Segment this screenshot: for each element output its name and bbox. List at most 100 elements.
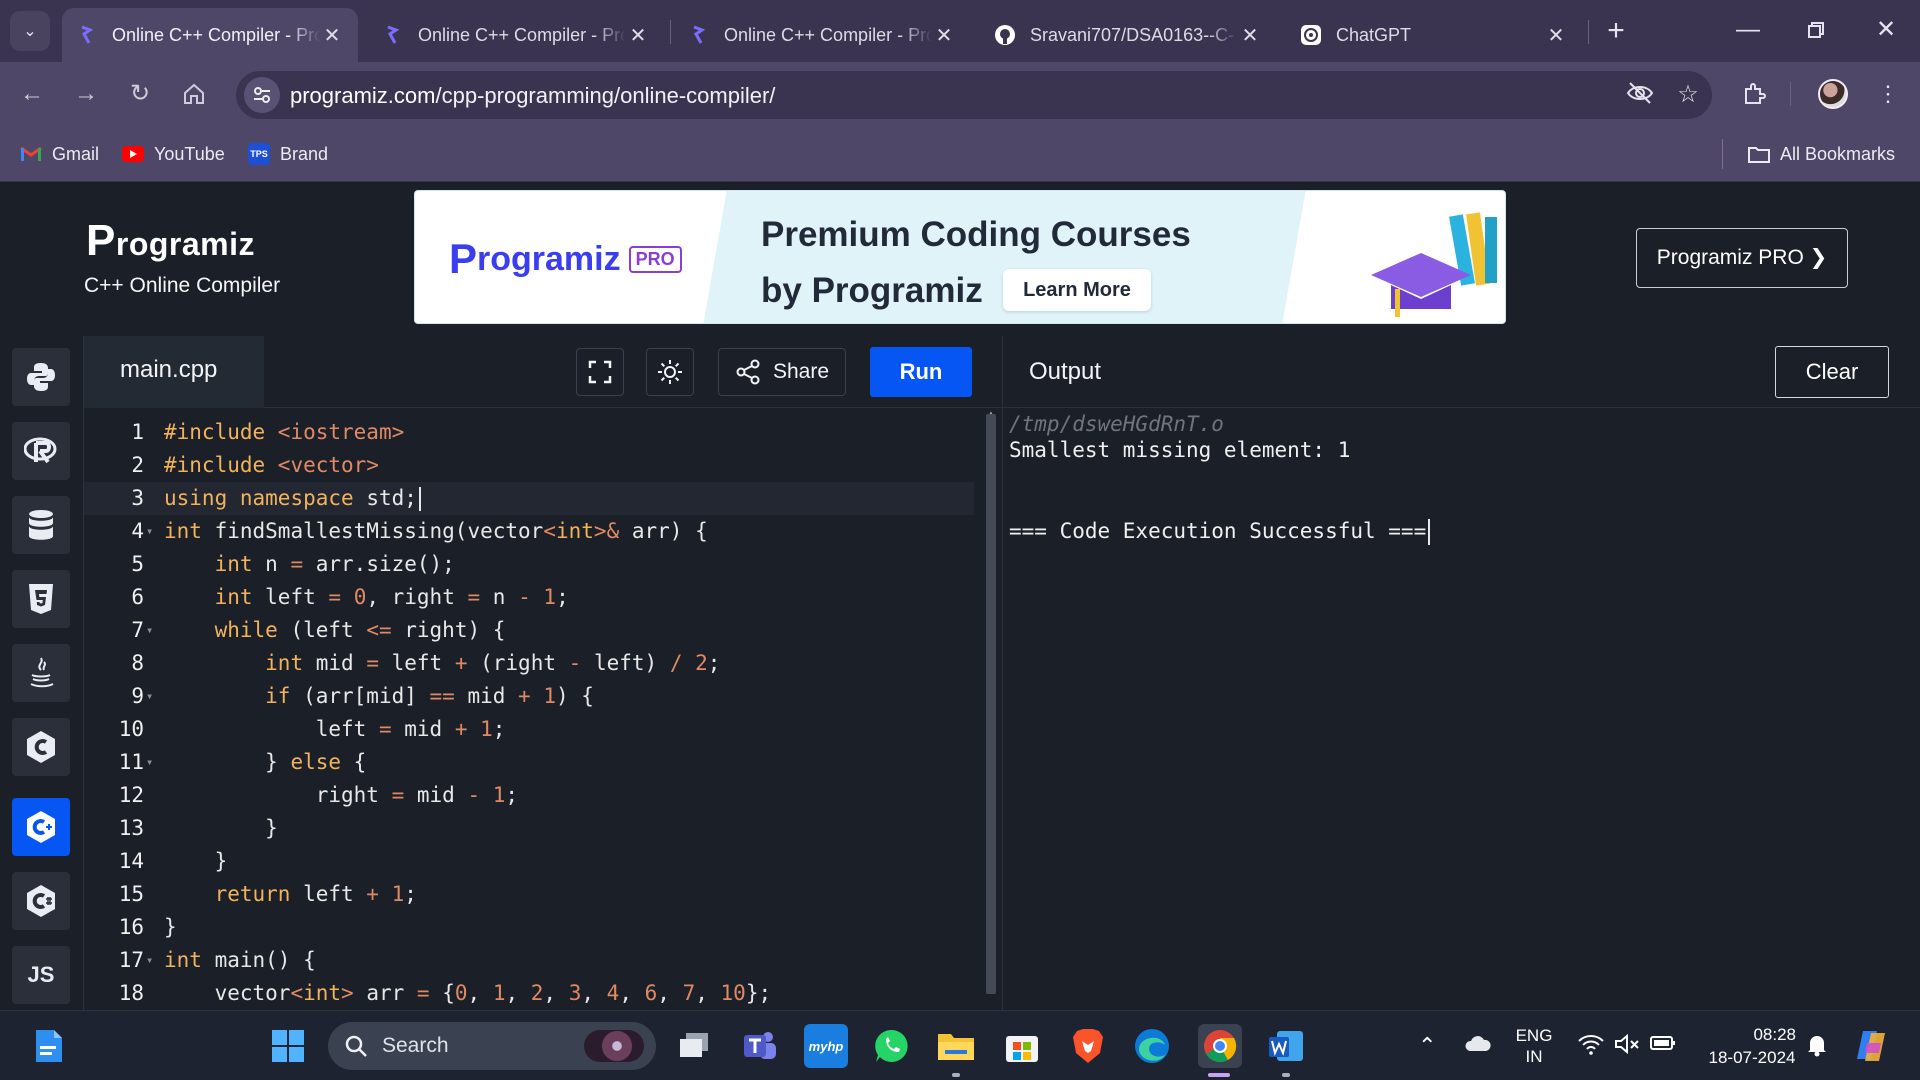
file-tab-main[interactable]: main.cpp bbox=[84, 336, 264, 408]
home-button[interactable] bbox=[176, 76, 212, 112]
word-button[interactable] bbox=[1264, 1024, 1308, 1068]
fullscreen-button[interactable] bbox=[576, 348, 624, 396]
close-tab-icon[interactable]: ✕ bbox=[1544, 23, 1568, 48]
all-bookmarks-button[interactable]: All Bookmarks bbox=[1748, 140, 1895, 168]
learn-more-button[interactable]: Learn More bbox=[1003, 269, 1151, 311]
taskbar-search[interactable]: Search bbox=[328, 1022, 656, 1070]
chrome-button[interactable] bbox=[1198, 1024, 1242, 1068]
browser-tab[interactable]: ChatGPT ✕ bbox=[1286, 8, 1582, 62]
lang-r-button[interactable] bbox=[12, 422, 70, 480]
code-line[interactable]: 9 ▾ if (arr[mid] == mid + 1) { bbox=[84, 680, 974, 713]
onedrive-button[interactable] bbox=[1464, 1033, 1492, 1059]
file-explorer-button[interactable] bbox=[934, 1024, 978, 1068]
code-line[interactable]: 10 left = mid + 1; bbox=[84, 713, 974, 746]
lang-html-button[interactable] bbox=[12, 570, 70, 628]
bookmark-brand[interactable]: TPS Brand bbox=[248, 140, 328, 168]
code-text: #include <iostream> bbox=[164, 420, 405, 444]
restore-button[interactable] bbox=[1788, 10, 1844, 50]
code-line[interactable]: 1 #include <iostream> bbox=[84, 416, 974, 449]
notifications-button[interactable] bbox=[1806, 1033, 1828, 1063]
fold-arrow-icon[interactable]: ▾ bbox=[146, 680, 160, 713]
profile-avatar[interactable] bbox=[1818, 79, 1848, 109]
browser-tab[interactable]: Online C++ Compiler - Programiz ✕ bbox=[368, 8, 664, 62]
theme-toggle-button[interactable] bbox=[646, 348, 694, 396]
extensions-button[interactable] bbox=[1738, 78, 1770, 110]
close-tab-icon[interactable]: ✕ bbox=[1238, 23, 1262, 48]
widgets-button[interactable] bbox=[26, 1024, 70, 1068]
myhp-button[interactable]: myhp bbox=[804, 1024, 848, 1068]
fold-arrow-icon[interactable]: ▾ bbox=[146, 614, 160, 647]
edge-button[interactable] bbox=[1130, 1024, 1174, 1068]
code-line[interactable]: 12 right = mid - 1; bbox=[84, 779, 974, 812]
close-tab-icon[interactable]: ✕ bbox=[626, 23, 650, 48]
copilot-button[interactable] bbox=[1850, 1024, 1894, 1068]
close-tab-icon[interactable]: ✕ bbox=[320, 23, 344, 48]
input-language-indicator[interactable]: ENG IN bbox=[1512, 1025, 1556, 1067]
back-button[interactable]: ← bbox=[14, 76, 50, 112]
lang-cpp-button[interactable] bbox=[12, 798, 70, 856]
lang-javascript-button[interactable]: JS bbox=[12, 946, 70, 1004]
tracking-protection-button[interactable] bbox=[1626, 81, 1654, 109]
promo-banner[interactable]: Programiz PRO Premium Coding Courses by P… bbox=[414, 190, 1506, 324]
code-line[interactable]: 16} bbox=[84, 911, 974, 944]
code-text: } bbox=[164, 849, 228, 873]
lang-python-button[interactable] bbox=[12, 348, 70, 406]
clear-button[interactable]: Clear bbox=[1775, 346, 1889, 398]
text-cursor bbox=[1428, 519, 1431, 545]
output-console[interactable]: /tmp/dsweHGdRnT.o Smallest missing eleme… bbox=[1002, 408, 1920, 1010]
code-line[interactable]: 17 ▾ int main() { bbox=[84, 944, 974, 977]
lang-sql-button[interactable] bbox=[12, 496, 70, 554]
tab-search-button[interactable]: ⌄ bbox=[10, 11, 50, 51]
volume-button[interactable] bbox=[1614, 1033, 1640, 1061]
show-hidden-icons-button[interactable]: ⌃ bbox=[1418, 1033, 1436, 1059]
teams-button[interactable] bbox=[738, 1024, 782, 1068]
share-button[interactable]: Share bbox=[718, 348, 846, 396]
address-bar[interactable]: programiz.com/cpp-programming/online-com… bbox=[236, 71, 1712, 119]
programiz-logo[interactable]: Programiz bbox=[86, 216, 255, 266]
code-line[interactable]: 6 int left = 0, right = n - 1; bbox=[84, 581, 974, 614]
code-line[interactable]: 4 ▾ int findSmallestMissing(vector<int>& a… bbox=[84, 515, 974, 548]
bookmark-star-button[interactable]: ☆ bbox=[1674, 81, 1702, 109]
whatsapp-button[interactable] bbox=[870, 1024, 914, 1068]
network-button[interactable] bbox=[1578, 1033, 1604, 1061]
site-info-button[interactable] bbox=[244, 77, 280, 113]
lang-c-button[interactable] bbox=[12, 718, 70, 776]
editor-scrollbar[interactable] bbox=[986, 414, 996, 994]
code-line[interactable]: 18 vector<int> arr = {0, 1, 2, 3, 4, 6, … bbox=[84, 977, 974, 1010]
fold-arrow-icon[interactable]: ▾ bbox=[146, 944, 160, 977]
code-line[interactable]: 8 int mid = left + (right - left) / 2; bbox=[84, 647, 974, 680]
code-line[interactable]: 13 } bbox=[84, 812, 974, 845]
code-line[interactable]: 15 return left + 1; bbox=[84, 878, 974, 911]
fold-arrow-icon[interactable]: ▾ bbox=[146, 746, 160, 779]
close-tab-icon[interactable]: ✕ bbox=[932, 23, 956, 48]
code-line[interactable]: 7 ▾ while (left <= right) { bbox=[84, 614, 974, 647]
browser-tab[interactable]: Sravani707/DSA0163--C- ✕ bbox=[980, 8, 1276, 62]
code-line[interactable]: 2 #include <vector> bbox=[84, 449, 974, 482]
clock[interactable]: 08:28 18-07-2024 bbox=[1700, 1023, 1804, 1069]
code-line[interactable]: 14 } bbox=[84, 845, 974, 878]
code-editor[interactable]: 1 #include <iostream> 2 #include <vector> 3 u… bbox=[84, 408, 1002, 1010]
code-line[interactable]: 5 int n = arr.size(); bbox=[84, 548, 974, 581]
close-window-button[interactable]: ✕ bbox=[1858, 10, 1914, 50]
reload-button[interactable]: ↻ bbox=[122, 76, 158, 112]
browser-tab[interactable]: Online C++ Compiler - Programiz ✕ bbox=[62, 8, 358, 62]
browser-tab[interactable]: Online C++ Compiler - Programiz ✕ bbox=[674, 8, 970, 62]
code-line[interactable]: 3 using namespace std; bbox=[84, 482, 974, 515]
bookmark-youtube[interactable]: YouTube bbox=[122, 140, 225, 168]
code-line[interactable]: 11 ▾ } else { bbox=[84, 746, 974, 779]
bookmark-gmail[interactable]: Gmail bbox=[20, 140, 99, 168]
microsoft-store-button[interactable] bbox=[1000, 1024, 1044, 1068]
start-button[interactable] bbox=[266, 1024, 310, 1068]
minimize-button[interactable]: — bbox=[1720, 10, 1776, 50]
fold-arrow-icon[interactable]: ▾ bbox=[146, 515, 160, 548]
lang-java-button[interactable] bbox=[12, 644, 70, 702]
brave-button[interactable] bbox=[1066, 1024, 1110, 1068]
run-button[interactable]: Run bbox=[870, 347, 972, 397]
forward-button[interactable]: → bbox=[68, 76, 104, 112]
battery-button[interactable] bbox=[1650, 1033, 1676, 1059]
new-tab-button[interactable]: + bbox=[1598, 14, 1634, 48]
lang-csharp-button[interactable] bbox=[12, 872, 70, 930]
browser-menu-button[interactable]: ⋮ bbox=[1872, 78, 1904, 110]
task-view-button[interactable] bbox=[672, 1024, 716, 1068]
programiz-pro-button[interactable]: Programiz PRO ❯ bbox=[1636, 228, 1848, 288]
